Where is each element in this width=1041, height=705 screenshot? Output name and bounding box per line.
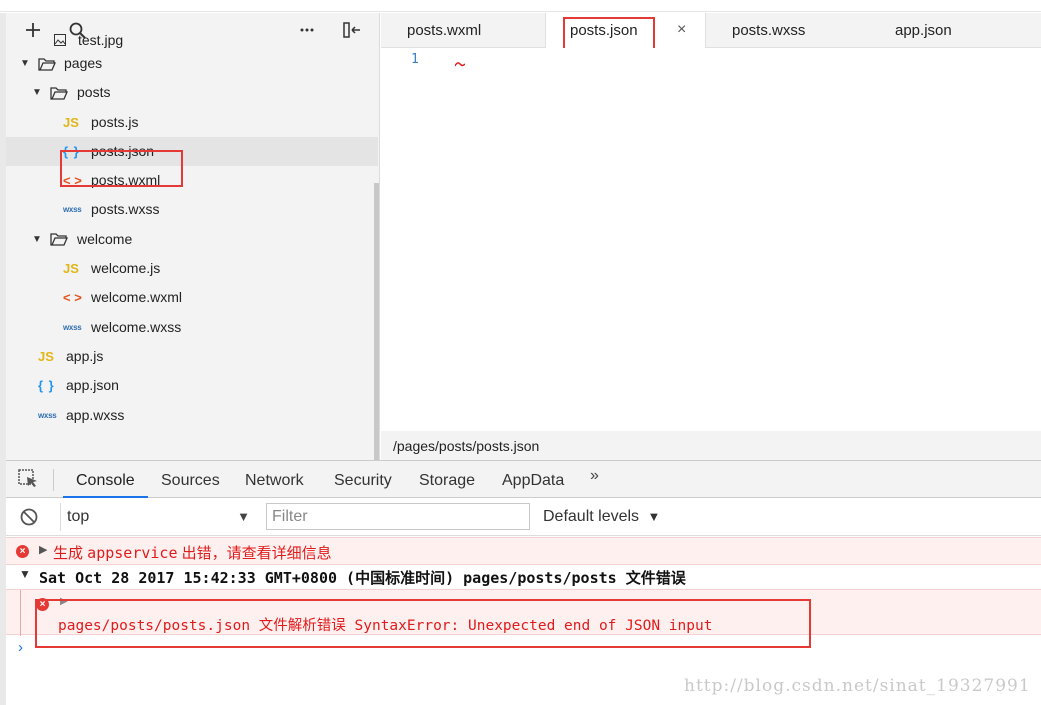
context-select[interactable]: top ▼ — [60, 503, 250, 531]
tree-item-label: app.json — [66, 377, 119, 394]
sidebar-scrollbar[interactable] — [374, 183, 379, 460]
tree-item-label: posts.wxss — [91, 201, 160, 218]
error-icon: × — [36, 598, 49, 611]
caret-down-icon[interactable]: ▼ — [32, 225, 44, 254]
collapse-arrow-icon[interactable]: ▼ — [19, 567, 31, 581]
devtools-tab-bar: Console Sources Network Security Storage… — [6, 461, 1041, 498]
tree-item-app-wxss[interactable]: wxss app.wxss — [6, 401, 378, 430]
tab-sources[interactable]: Sources — [161, 461, 220, 498]
log-levels-label: Default levels — [543, 508, 640, 525]
tab-posts-wxml[interactable]: posts.wxml — [407, 13, 481, 48]
tree-item-posts-wxml[interactable]: < > posts.wxml — [6, 166, 378, 195]
folder-open-icon — [50, 225, 68, 254]
file-tree: test.jpg ▼ pages ▼ posts JS posts.js { }… — [6, 32, 378, 430]
json-file-icon: { } — [38, 378, 55, 394]
top-menu-strip — [0, 0, 1041, 12]
console-error-message[interactable]: × ▶ 生成 appservice 出错，请查看详细信息 — [6, 537, 1041, 565]
tree-item-label: welcome.wxml — [91, 289, 183, 306]
group-title-text: Sat Oct 28 2017 15:42:33 GMT+0800 (中国标准时… — [39, 569, 686, 587]
tree-item-label: posts.js — [91, 113, 139, 130]
tree-item-label: pages — [64, 55, 103, 71]
context-value: top — [67, 508, 90, 525]
editor-status-path: /pages/posts/posts.json — [381, 431, 1041, 460]
code-editor[interactable]: 1 — [381, 48, 1041, 431]
tab-storage[interactable]: Storage — [419, 461, 475, 498]
tab-appdata[interactable]: AppData — [502, 461, 564, 498]
tree-item-pages[interactable]: ▼ pages — [6, 49, 378, 78]
console-toolbar: top ▼ Default levels ▼ — [6, 498, 1041, 536]
wxml-file-icon: < > — [63, 290, 82, 306]
js-file-icon: JS — [63, 114, 79, 130]
tree-item-label: app.js — [66, 347, 104, 364]
error-prefix: 生成 — [53, 545, 88, 562]
tree-item-label: welcome.wxss — [91, 318, 182, 335]
watermark: http://blog.csdn.net/sinat_19327991 — [684, 676, 1031, 696]
tree-item-app-json[interactable]: { } app.json — [6, 371, 378, 400]
tree-item-posts-json[interactable]: { } posts.json — [6, 136, 378, 167]
filter-input[interactable] — [266, 503, 530, 530]
tree-item-label: welcome.js — [91, 260, 161, 277]
caret-down-icon[interactable]: ▼ — [32, 78, 44, 107]
expand-arrow-icon[interactable]: ▶ — [39, 543, 47, 556]
folder-open-icon — [50, 78, 68, 107]
dropdown-arrow-icon: ▼ — [647, 509, 661, 524]
dropdown-arrow-icon: ▼ — [237, 509, 250, 524]
more-tabs-icon[interactable]: » — [590, 467, 599, 485]
tree-item-welcome-js[interactable]: JS welcome.js — [6, 254, 378, 283]
line-number: 1 — [411, 52, 419, 67]
toolbar-divider — [53, 469, 54, 491]
tree-item-posts-wxss[interactable]: wxss posts.wxss — [6, 195, 378, 224]
tree-item-test-jpg[interactable]: test.jpg — [6, 31, 378, 49]
devtools-panel: Console Sources Network Security Storage… — [6, 460, 1041, 705]
tree-item-posts-folder[interactable]: ▼ posts — [6, 78, 378, 107]
js-file-icon: JS — [63, 261, 79, 277]
error-code: appservice — [87, 544, 178, 562]
wxss-file-icon: wxss — [63, 322, 82, 332]
group-indent-line — [20, 590, 21, 636]
console-group-title: Sat Oct 28 2017 15:42:33 GMT+0800 (中国标准时… — [39, 567, 686, 588]
tree-item-posts-js[interactable]: JS posts.js — [6, 108, 378, 137]
expand-arrow-icon[interactable]: ▶ — [60, 596, 68, 607]
tree-item-label: posts.wxml — [91, 172, 161, 189]
tree-item-label: welcome — [77, 230, 133, 247]
json-file-icon: { } — [63, 143, 80, 159]
tab-app-json[interactable]: app.json — [895, 13, 952, 48]
clear-console-icon[interactable] — [20, 508, 38, 526]
tree-item-label: app.wxss — [66, 406, 125, 423]
js-file-icon: JS — [38, 348, 54, 364]
tree-item-welcome-folder[interactable]: ▼ welcome — [6, 225, 378, 254]
wxss-file-icon: wxss — [63, 205, 82, 215]
error-icon: × — [16, 545, 29, 558]
wxml-file-icon: < > — [63, 173, 82, 189]
editor-tab-bar: posts.wxml posts.json × posts.wxss app.j… — [381, 13, 1041, 49]
error-suffix: 出错，请查看详细信息 — [177, 545, 332, 562]
error-text: 生成 appservice 出错，请查看详细信息 — [53, 542, 332, 563]
tree-item-welcome-wxss[interactable]: wxss welcome.wxss — [6, 313, 378, 342]
console-nested-error[interactable]: × ▶ pages/posts/posts.json 文件解析错误 Syntax… — [6, 589, 1041, 636]
folder-open-icon — [38, 49, 56, 78]
tree-item-label: test.jpg — [78, 32, 124, 48]
log-levels-select[interactable]: Default levels ▼ — [543, 503, 660, 531]
tab-console[interactable]: Console — [63, 461, 148, 498]
inspect-element-icon[interactable] — [18, 469, 40, 491]
tab-security[interactable]: Security — [334, 461, 392, 498]
tab-network[interactable]: Network — [245, 461, 304, 498]
tree-item-label: posts — [77, 84, 111, 101]
tree-item-welcome-wxml[interactable]: < > welcome.wxml — [6, 283, 378, 312]
tab-posts-wxss[interactable]: posts.wxss — [732, 13, 805, 48]
error-squiggle-icon — [455, 62, 465, 67]
tree-item-label: posts.json — [91, 142, 155, 159]
image-icon — [54, 31, 66, 49]
tab-label: posts.json — [570, 22, 638, 39]
caret-down-icon[interactable]: ▼ — [20, 49, 32, 78]
close-icon[interactable]: × — [677, 21, 686, 39]
error-detail: pages/posts/posts.json 文件解析错误 SyntaxErro… — [58, 618, 713, 634]
file-explorer: test.jpg ▼ pages ▼ posts JS posts.js { }… — [6, 13, 380, 460]
tree-item-app-js[interactable]: JS app.js — [6, 342, 378, 371]
wxss-file-icon: wxss — [38, 410, 57, 420]
console-prompt-icon[interactable]: › — [18, 639, 23, 656]
